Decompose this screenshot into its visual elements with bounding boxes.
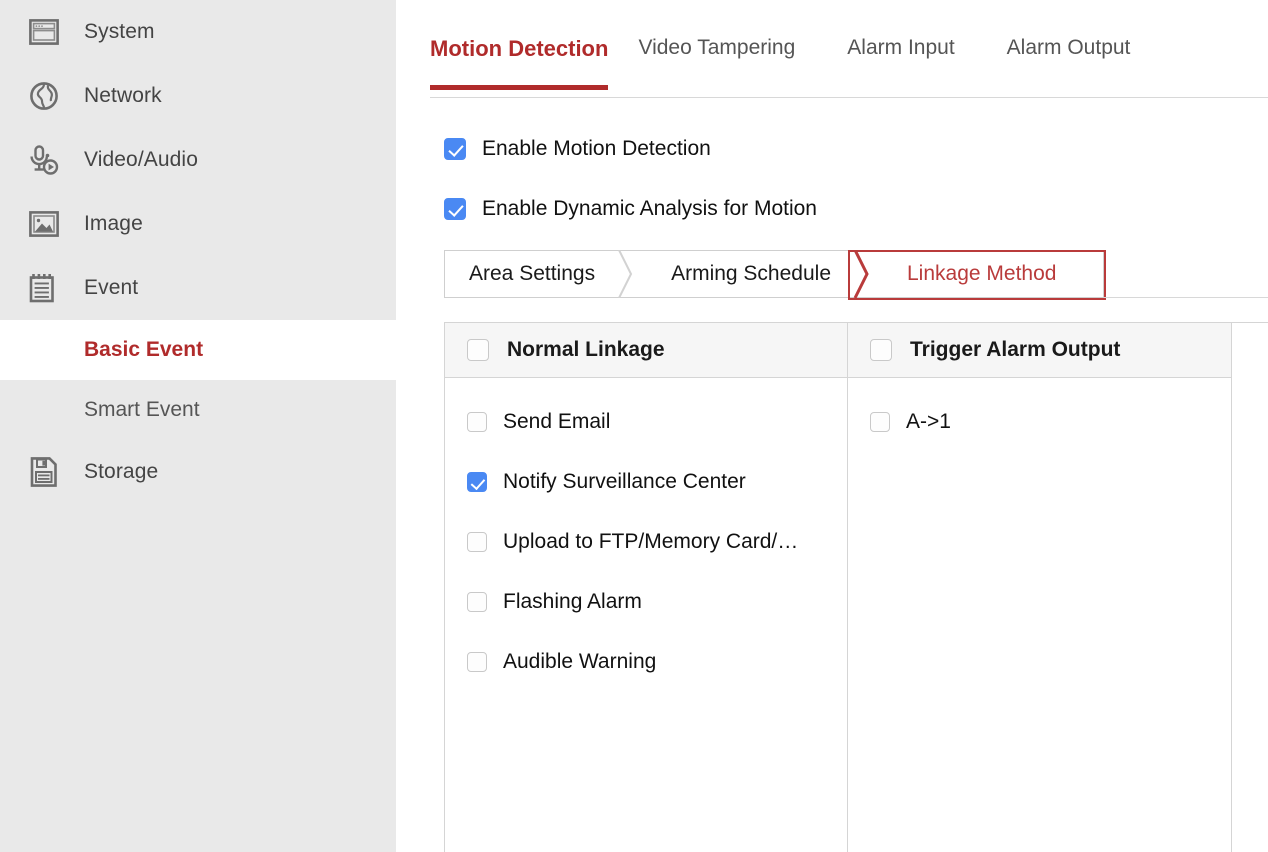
tab-bar-divider [430, 97, 1268, 98]
sidebar-item-network[interactable]: Network [0, 64, 396, 128]
enable-dynamic-analysis-row[interactable]: Enable Dynamic Analysis for Motion [444, 197, 817, 221]
step-linkage-method[interactable]: Linkage Method [875, 251, 1056, 297]
step-bar-trailing-divider [1104, 297, 1268, 298]
tab-label: Motion Detection [430, 36, 608, 61]
sidebar-item-label: Video/Audio [84, 148, 198, 172]
trigger-alarm-output-rows: A->1 [848, 378, 1231, 452]
tab-bar: Motion Detection Video Tampering Alarm I… [430, 22, 1268, 98]
tab-label: Alarm Input [847, 36, 954, 59]
step-bar: Area Settings Arming Schedule Linkage [444, 250, 1268, 298]
enable-dynamic-analysis-label: Enable Dynamic Analysis for Motion [482, 197, 817, 221]
audible-warning-checkbox[interactable] [467, 652, 487, 672]
sidebar-item-image[interactable]: Image [0, 192, 396, 256]
normal-linkage-column: Normal Linkage Send Email Notify Surveil… [445, 323, 848, 852]
normal-linkage-header-label: Normal Linkage [507, 338, 665, 362]
notify-surveillance-center-checkbox[interactable] [467, 472, 487, 492]
upload-to-ftp-label: Upload to FTP/Memory Card/… [503, 530, 798, 554]
sidebar-item-basic-event[interactable]: Basic Event [0, 320, 396, 380]
flashing-alarm-label: Flashing Alarm [503, 590, 642, 614]
trigger-alarm-output-select-all-checkbox[interactable] [870, 339, 892, 361]
flashing-alarm-checkbox[interactable] [467, 592, 487, 612]
sidebar-item-video-audio[interactable]: Video/Audio [0, 128, 396, 192]
alarm-output-a1-label: A->1 [906, 410, 951, 434]
send-email-label: Send Email [503, 410, 610, 434]
floppy-disk-icon [24, 454, 64, 490]
sidebar-item-label: Event [84, 276, 138, 300]
tab-label: Video Tampering [638, 36, 795, 59]
tab-label: Alarm Output [1007, 36, 1131, 59]
sidebar-item-label: Image [84, 212, 143, 236]
sidebar-subitem-label: Basic Event [84, 338, 203, 362]
picture-icon [24, 206, 64, 242]
enable-dynamic-analysis-checkbox[interactable] [444, 198, 466, 220]
step-area-settings[interactable]: Area Settings [445, 251, 595, 297]
sidebar-item-system[interactable]: System [0, 0, 396, 64]
step-label: Linkage Method [907, 262, 1056, 286]
table-row[interactable]: Flashing Alarm [445, 572, 847, 632]
page-root: System Network [0, 0, 1268, 852]
sidebar-item-label: Storage [84, 460, 158, 484]
normal-linkage-rows: Send Email Notify Surveillance Center Up… [445, 378, 847, 692]
table-row[interactable]: Upload to FTP/Memory Card/… [445, 512, 847, 572]
notepad-icon [24, 270, 64, 306]
enable-motion-detection-label: Enable Motion Detection [482, 137, 711, 161]
sidebar-item-label: System [84, 20, 155, 44]
enable-motion-detection-row[interactable]: Enable Motion Detection [444, 137, 711, 161]
window-icon [24, 14, 64, 50]
table-row[interactable]: Send Email [445, 392, 847, 452]
trigger-alarm-output-header-label: Trigger Alarm Output [910, 338, 1120, 362]
trigger-alarm-output-header[interactable]: Trigger Alarm Output [848, 323, 1231, 378]
tab-alarm-output[interactable]: Alarm Output [1007, 22, 1131, 94]
sidebar: System Network [0, 0, 396, 852]
sidebar-item-smart-event[interactable]: Smart Event [0, 380, 396, 440]
audible-warning-label: Audible Warning [503, 650, 656, 674]
tab-active-underline [430, 85, 608, 90]
notify-surveillance-center-label: Notify Surveillance Center [503, 470, 746, 494]
normal-linkage-header[interactable]: Normal Linkage [445, 323, 847, 378]
chevron-right-icon-active [849, 250, 875, 298]
chevron-right-icon [613, 250, 639, 298]
sidebar-item-storage[interactable]: Storage [0, 440, 396, 504]
sidebar-item-label: Network [84, 84, 162, 108]
alarm-output-a1-checkbox[interactable] [870, 412, 890, 432]
step-arming-schedule[interactable]: Arming Schedule [639, 251, 831, 297]
sidebar-subitem-label: Smart Event [84, 398, 200, 422]
upload-to-ftp-checkbox[interactable] [467, 532, 487, 552]
tab-motion-detection[interactable]: Motion Detection [430, 22, 608, 94]
step-label: Area Settings [469, 262, 595, 286]
linkage-table: Normal Linkage Send Email Notify Surveil… [444, 322, 1268, 852]
sidebar-item-event[interactable]: Event [0, 256, 396, 320]
globe-icon [24, 78, 64, 114]
microphone-icon [24, 142, 64, 178]
main-content: Motion Detection Video Tampering Alarm I… [396, 0, 1268, 852]
enable-motion-detection-checkbox[interactable] [444, 138, 466, 160]
step-label: Arming Schedule [671, 262, 831, 286]
normal-linkage-select-all-checkbox[interactable] [467, 339, 489, 361]
tab-video-tampering[interactable]: Video Tampering [638, 22, 795, 94]
table-row[interactable]: A->1 [848, 392, 1231, 452]
table-row[interactable]: Notify Surveillance Center [445, 452, 847, 512]
tab-alarm-input[interactable]: Alarm Input [847, 22, 954, 94]
trigger-alarm-output-column: Trigger Alarm Output A->1 [848, 323, 1232, 852]
send-email-checkbox[interactable] [467, 412, 487, 432]
table-row[interactable]: Audible Warning [445, 632, 847, 692]
